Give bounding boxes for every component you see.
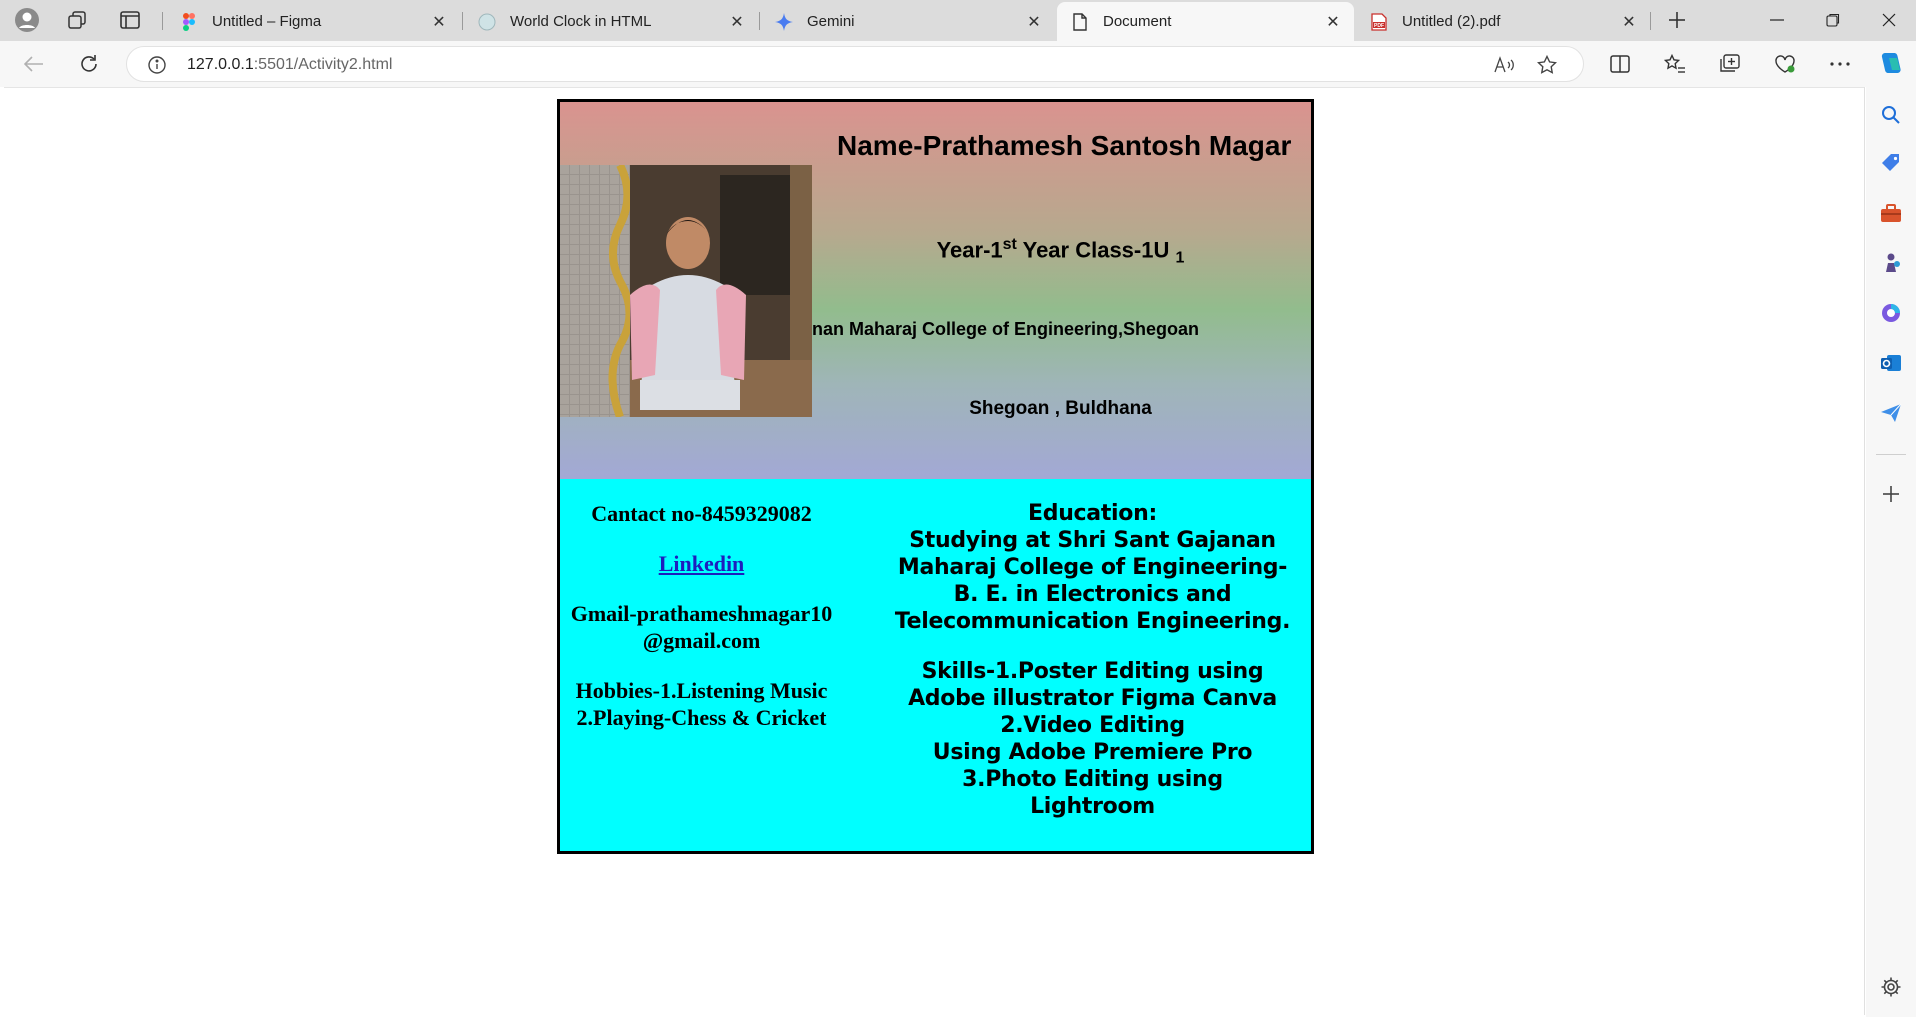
refresh-icon[interactable]: [72, 48, 106, 80]
close-icon[interactable]: ✕: [1322, 11, 1344, 33]
tab-label: Untitled (2).pdf: [1402, 13, 1501, 30]
new-tab-icon[interactable]: [1662, 6, 1692, 34]
favorites-icon[interactable]: [1658, 48, 1692, 80]
bio-card: Name-Prathamesh Santosh Magar Year-1st Y…: [557, 99, 1314, 854]
sidebar-divider: [1876, 454, 1906, 455]
tab-pdf[interactable]: PDF Untitled (2).pdf ✕: [1356, 2, 1650, 41]
tab-label: Untitled – Figma: [212, 13, 322, 30]
tab-figma[interactable]: Untitled – Figma ✕: [166, 2, 460, 41]
contact-number: Cantact no-8459329082: [591, 501, 812, 526]
search-icon[interactable]: [1878, 102, 1904, 128]
tab-document[interactable]: Document ✕: [1057, 2, 1354, 41]
education-heading: Education:: [1028, 501, 1157, 526]
education-block: Education: Studying at Shri Sant Gajanan…: [894, 501, 1291, 634]
tab-label: Document: [1103, 13, 1172, 30]
globe-icon: [478, 13, 496, 31]
pdf-icon: PDF: [1370, 12, 1388, 31]
close-icon[interactable]: ✕: [1023, 11, 1045, 33]
edge-sidebar: [1866, 87, 1916, 1017]
tools-icon[interactable]: [1878, 200, 1904, 226]
workspaces-icon[interactable]: [62, 6, 92, 34]
card-header: Name-Prathamesh Santosh Magar Year-1st Y…: [560, 102, 1311, 479]
profile-icon[interactable]: [12, 6, 42, 34]
tab-world-clock[interactable]: World Clock in HTML ✕: [464, 2, 758, 41]
tab-gemini[interactable]: Gemini ✕: [761, 2, 1055, 41]
close-icon[interactable]: ✕: [428, 11, 450, 33]
games-icon[interactable]: [1878, 250, 1904, 276]
split-screen-icon[interactable]: [1603, 48, 1637, 80]
tab-label: Gemini: [807, 13, 855, 30]
close-icon[interactable]: ✕: [726, 11, 748, 33]
person-name: Name-Prathamesh Santosh Magar: [837, 130, 1292, 161]
address-bar[interactable]: 127.0.0.1:5501/Activity2.html: [126, 46, 1584, 82]
minimize-icon[interactable]: [1752, 4, 1802, 36]
shopping-tag-icon[interactable]: [1878, 150, 1904, 176]
browser-essentials-icon[interactable]: [1768, 48, 1802, 80]
copilot-365-icon[interactable]: [1878, 300, 1904, 326]
url-text: 127.0.0.1:5501/Activity2.html: [187, 56, 393, 73]
linkedin-link[interactable]: Linkedin: [659, 551, 745, 576]
back-icon[interactable]: [17, 48, 51, 80]
read-aloud-icon[interactable]: [1491, 54, 1517, 76]
window-close-icon[interactable]: [1864, 4, 1914, 36]
restore-icon[interactable]: [1808, 4, 1858, 36]
send-icon[interactable]: [1878, 400, 1904, 426]
college-name: nan Maharaj College of Engineering,Shego…: [812, 319, 1200, 339]
skills-block: Skills-1.Poster Editing using Adobe illu…: [908, 659, 1277, 819]
address: Shegoan , Buldhana: [969, 398, 1152, 419]
gmail-address: Gmail-prathameshmagar10 @gmail.com: [570, 601, 833, 653]
page-viewport: Name-Prathamesh Santosh Magar Year-1st Y…: [4, 87, 1865, 1015]
gemini-icon: [775, 12, 793, 31]
year-class: Year-1st Year Class-1U 1: [936, 236, 1185, 267]
outlook-icon[interactable]: [1878, 350, 1904, 376]
svg-text:PDF: PDF: [1374, 23, 1384, 29]
tab-label: World Clock in HTML: [510, 13, 652, 30]
collections-icon[interactable]: [1713, 48, 1747, 80]
tab-actions-icon[interactable]: [115, 6, 145, 34]
contact-column: Cantact no-8459329082 Linkedin Gmail-pra…: [560, 500, 843, 754]
close-icon[interactable]: ✕: [1618, 11, 1640, 33]
site-info-icon[interactable]: [147, 55, 167, 75]
copilot-icon[interactable]: [1874, 48, 1908, 80]
more-options-icon[interactable]: [1823, 48, 1857, 80]
profile-photo: [560, 165, 812, 417]
document-icon: [1071, 12, 1089, 31]
figma-icon: [180, 12, 198, 31]
browser-toolbar: 127.0.0.1:5501/Activity2.html: [0, 41, 1916, 87]
education-column: Education: Studying at Shri Sant Gajanan…: [890, 500, 1295, 843]
favorite-star-icon[interactable]: [1534, 54, 1560, 76]
hobbies: Hobbies-1.Listening Music 2.Playing-Chess…: [575, 678, 828, 730]
settings-gear-icon[interactable]: [1878, 974, 1904, 1000]
tab-strip: Untitled – Figma ✕ World Clock in HTML ✕…: [0, 0, 1916, 41]
add-icon[interactable]: [1878, 481, 1904, 507]
